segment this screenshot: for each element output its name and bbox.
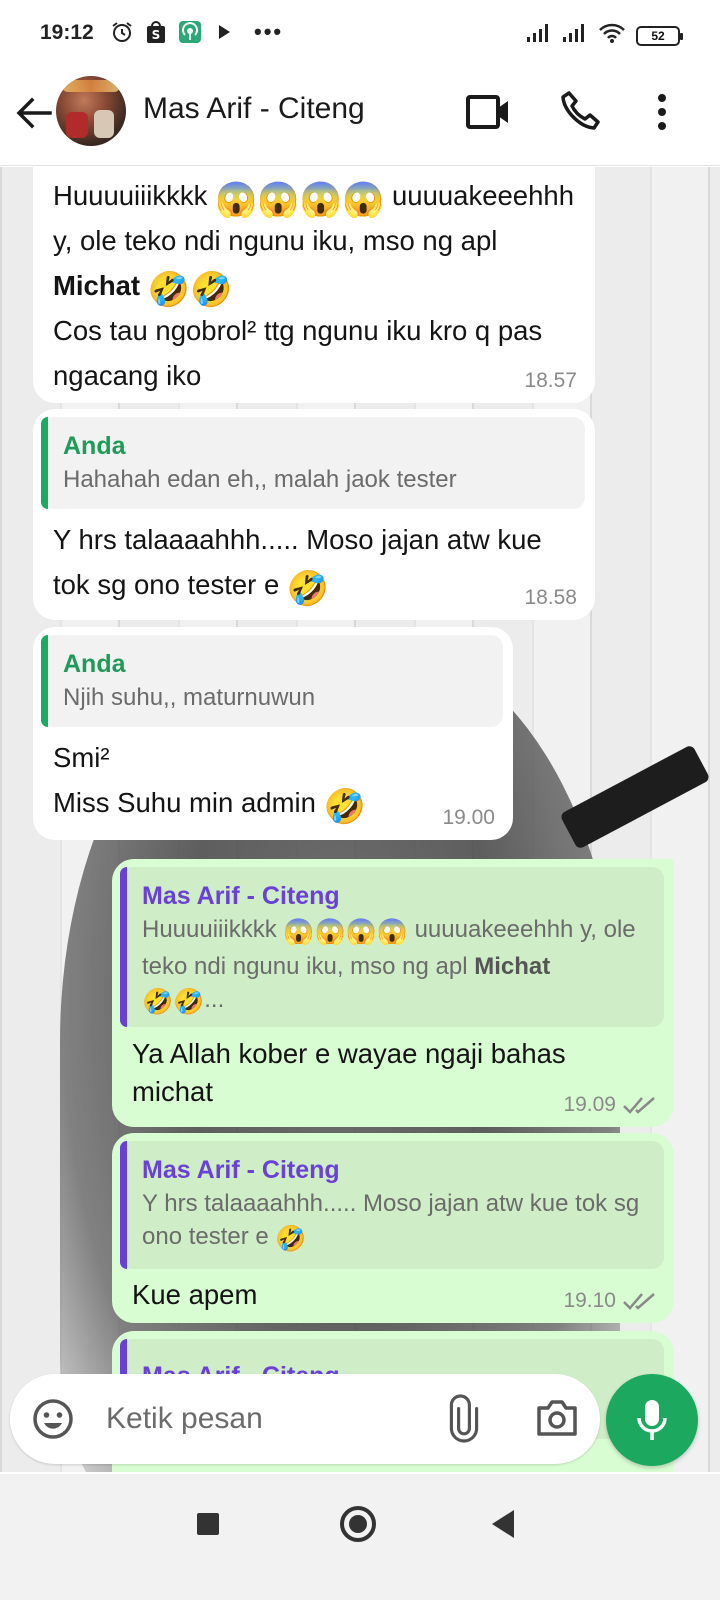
message-time: 19.09 (563, 1093, 656, 1117)
alarm-icon (110, 20, 134, 44)
message-time: 19.10 (563, 1289, 656, 1313)
chat-header: Mas Arif - Citeng (0, 68, 720, 166)
message-input[interactable] (106, 1396, 426, 1442)
signal-icon (562, 23, 588, 48)
reply-quote[interactable]: Anda Njih suhu,, maturnuwun (41, 635, 503, 727)
chat-area[interactable]: Huuuuiiikkkk 😱😱😱😱 uuuuakeeehhh y, ole te… (0, 167, 720, 1472)
reply-quote[interactable]: Mas Arif - Citeng Y hrs talaaaahhh..... … (120, 1141, 664, 1269)
more-vert-icon (658, 94, 666, 130)
quote-text: Njih suhu,, maturnuwun (63, 684, 316, 711)
rofl-emoji: 🤣🤣 (147, 271, 233, 309)
svg-text:S: S (152, 28, 161, 42)
scream-emoji: 😱😱😱😱 (283, 918, 408, 946)
camera-icon (537, 1400, 577, 1436)
message-incoming[interactable]: Anda Hahahah edan eh,, malah jaok tester… (33, 409, 595, 620)
rofl-emoji: 🤣🤣 (142, 988, 205, 1016)
more-options-button[interactable] (650, 90, 674, 134)
quote-author: Anda (63, 432, 126, 460)
message-time: 19.00 (442, 806, 495, 829)
voice-call-button[interactable] (560, 90, 600, 132)
signal-icon (526, 23, 552, 48)
paperclip-icon (449, 1394, 479, 1443)
double-check-icon (623, 1293, 655, 1310)
more-icon: ••• (254, 19, 284, 44)
status-left-icons: S ••• (110, 20, 283, 44)
phone-icon (561, 91, 600, 130)
status-right-icons: 52 (526, 22, 683, 49)
quote-text: Y hrs talaaaahhh..... Moso jajan atw kue… (142, 1187, 646, 1257)
message-text: Smi² Miss Suhu min admin 🤣 (53, 742, 366, 826)
system-back-button[interactable] (492, 1510, 514, 1538)
quote-text: Huuuuiiikkkk 😱😱😱😱 uuuuakeeehhh y, ole te… (142, 913, 646, 1020)
reply-quote[interactable]: Mas Arif - Citeng Huuuuiiikkkk 😱😱😱😱 uuuu… (120, 867, 664, 1027)
message-time: 18.58 (524, 586, 577, 609)
message-incoming[interactable]: Huuuuiiikkkk 😱😱😱😱 uuuuakeeehhh y, ole te… (33, 167, 595, 403)
attach-button[interactable] (446, 1394, 482, 1444)
voice-message-button[interactable] (606, 1374, 698, 1466)
rofl-emoji: 🤣 (323, 788, 366, 826)
scream-emoji: 😱😱😱😱 (215, 181, 385, 219)
wifi-icon (598, 22, 626, 49)
back-button[interactable] (14, 93, 54, 133)
contact-name[interactable]: Mas Arif - Citeng (143, 92, 365, 126)
quote-author: Anda (63, 650, 126, 678)
double-check-icon (623, 1097, 655, 1114)
home-button[interactable] (340, 1506, 376, 1542)
shop-icon: S (144, 20, 168, 44)
rofl-emoji: 🤣 (286, 570, 330, 608)
quote-author: Mas Arif - Citeng (142, 882, 340, 910)
quote-text: Hahahah edan eh,, malah jaok tester (63, 466, 457, 493)
smiley-icon (33, 1399, 73, 1439)
status-bar: 19:12 S ••• 52 (0, 0, 720, 68)
play-icon (212, 20, 236, 44)
back-arrow-icon (16, 97, 52, 129)
emoji-button[interactable] (32, 1398, 74, 1440)
message-incoming[interactable]: Anda Njih suhu,, maturnuwun Smi² Miss Su… (33, 627, 513, 840)
camera-button[interactable] (534, 1396, 580, 1440)
message-time: 18.57 (524, 369, 577, 392)
message-outgoing[interactable]: Mas Arif - Citeng Y hrs talaaaahhh..... … (112, 1133, 674, 1323)
message-text: Y hrs talaaaahhh..... Moso jajan atw kue… (53, 524, 542, 608)
podcast-icon (178, 20, 202, 44)
quote-author: Mas Arif - Citeng (142, 1156, 340, 1184)
battery-icon: 52 (636, 25, 683, 46)
message-text: Huuuuiiikkkk 😱😱😱😱 uuuuakeeehhh y, ole te… (53, 180, 574, 391)
wallpaper-detail (559, 744, 711, 850)
video-call-button[interactable] (466, 94, 510, 130)
recent-apps-button[interactable] (197, 1513, 219, 1535)
rofl-emoji: 🤣 (275, 1225, 307, 1253)
message-composer (10, 1374, 600, 1464)
status-time: 19:12 (40, 21, 94, 44)
message-outgoing[interactable]: Mas Arif - Citeng Huuuuiiikkkk 😱😱😱😱 uuuu… (112, 859, 674, 1127)
video-call-icon (466, 95, 508, 129)
reply-quote[interactable]: Anda Hahahah edan eh,, malah jaok tester (41, 417, 585, 509)
system-navigation-bar (0, 1474, 720, 1600)
avatar[interactable] (56, 76, 126, 146)
microphone-icon (637, 1400, 667, 1440)
